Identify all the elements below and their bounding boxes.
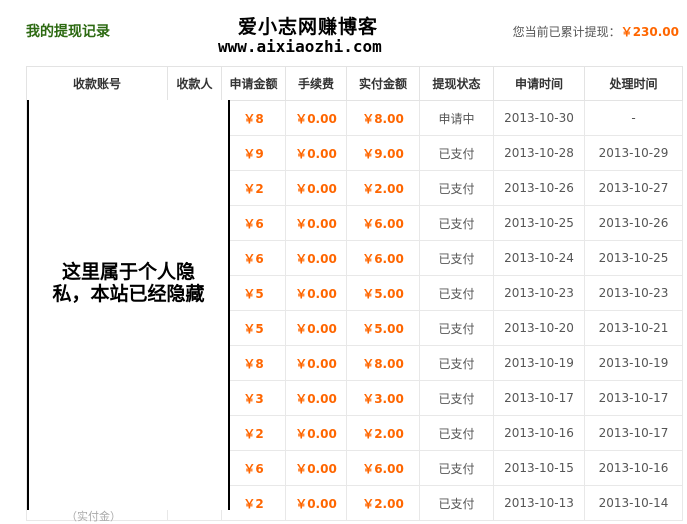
cell-paid: ￥8.00	[346, 100, 420, 136]
cell-amount: ￥6	[221, 240, 286, 276]
cell-process-date: 2013-10-16	[584, 450, 683, 486]
cell-fee: ￥0.00	[285, 240, 347, 276]
cell-process-date: 2013-10-14	[584, 485, 683, 521]
cell-paid: ￥2.00	[346, 415, 420, 451]
cell-status: 已支付	[419, 415, 494, 451]
cell-status: 已支付	[419, 380, 494, 416]
cell-apply-date: 2013-10-16	[493, 415, 585, 451]
cell-apply-date: 2013-10-13	[493, 485, 585, 521]
cell-paid: ￥2.00	[346, 485, 420, 521]
cell-amount: ￥8	[221, 345, 286, 381]
header-status: 提现状态	[419, 66, 494, 101]
cell-process-date: 2013-10-19	[584, 345, 683, 381]
cell-apply-date: 2013-10-17	[493, 380, 585, 416]
cell-fee: ￥0.00	[285, 345, 347, 381]
cell-process-date: 2013-10-17	[584, 380, 683, 416]
cell-process-date: 2013-10-23	[584, 275, 683, 311]
cell-amount: ￥5	[221, 275, 286, 311]
cell-amount: ￥2	[221, 415, 286, 451]
watermark-url: www.aixiaozhi.com	[218, 37, 382, 56]
cell-amount: ￥9	[221, 135, 286, 171]
table-header-row: 收款账号 收款人 申请金额 手续费 实付金额 提现状态 申请时间 处理时间	[26, 66, 683, 101]
cell-paid: ￥9.00	[346, 135, 420, 171]
cell-amount: ￥6	[221, 205, 286, 241]
privacy-mask: 这里属于个人隐私，本站已经隐藏	[27, 100, 230, 510]
cell-status: 已支付	[419, 240, 494, 276]
stray-text: （实付金）	[66, 510, 121, 523]
cell-fee: ￥0.00	[285, 310, 347, 346]
cell-status: 已支付	[419, 170, 494, 206]
header-amount: 申请金额	[221, 66, 286, 101]
total-label: 您当前已累计提现：	[512, 25, 621, 39]
privacy-note: 这里属于个人隐私，本站已经隐藏	[52, 261, 205, 305]
cell-apply-date: 2013-10-15	[493, 450, 585, 486]
cell-amount: ￥5	[221, 310, 286, 346]
total-withdrawn: 您当前已累计提现：￥230.00	[513, 23, 679, 40]
header-paid: 实付金额	[346, 66, 420, 101]
cell-paid: ￥5.00	[346, 275, 420, 311]
header-apply-date: 申请时间	[493, 66, 585, 101]
cell-status: 已支付	[419, 310, 494, 346]
cell-apply-date: 2013-10-23	[493, 275, 585, 311]
cell-apply-date: 2013-10-26	[493, 170, 585, 206]
watermark-name: 爱小志网赚博客	[238, 16, 379, 38]
cell-status: 已支付	[419, 450, 494, 486]
cell-status: 申请中	[419, 100, 494, 136]
cell-apply-date: 2013-10-30	[493, 100, 585, 136]
cell-apply-date: 2013-10-24	[493, 240, 585, 276]
cell-amount: ￥3	[221, 380, 286, 416]
cell-process-date: 2013-10-29	[584, 135, 683, 171]
cell-paid: ￥6.00	[346, 205, 420, 241]
cell-paid: ￥6.00	[346, 240, 420, 276]
cell-status: 已支付	[419, 205, 494, 241]
cell-fee: ￥0.00	[285, 170, 347, 206]
cell-fee: ￥0.00	[285, 205, 347, 241]
cell-fee: ￥0.00	[285, 485, 347, 521]
cell-amount: ￥2	[221, 170, 286, 206]
cell-status: 已支付	[419, 275, 494, 311]
cell-fee: ￥0.00	[285, 100, 347, 136]
page-title: 我的提现记录	[26, 24, 110, 40]
total-amount: ￥230.00	[620, 25, 679, 39]
cell-fee: ￥0.00	[285, 415, 347, 451]
cell-process-date: 2013-10-25	[584, 240, 683, 276]
cell-status: 已支付	[419, 135, 494, 171]
header-account: 收款账号	[26, 66, 168, 101]
cell-amount: ￥6	[221, 450, 286, 486]
header-payee: 收款人	[167, 66, 222, 101]
cell-amount: ￥2	[221, 485, 286, 521]
cell-status: 已支付	[419, 345, 494, 381]
header-fee: 手续费	[285, 66, 347, 101]
cell-paid: ￥2.00	[346, 170, 420, 206]
cell-process-date: 2013-10-26	[584, 205, 683, 241]
cell-fee: ￥0.00	[285, 275, 347, 311]
cell-paid: ￥6.00	[346, 450, 420, 486]
cell-paid: ￥3.00	[346, 380, 420, 416]
cell-apply-date: 2013-10-25	[493, 205, 585, 241]
cell-fee: ￥0.00	[285, 450, 347, 486]
cell-paid: ￥8.00	[346, 345, 420, 381]
cell-process-date: 2013-10-17	[584, 415, 683, 451]
cell-fee: ￥0.00	[285, 135, 347, 171]
cell-process-date: 2013-10-21	[584, 310, 683, 346]
cell-process-date: 2013-10-27	[584, 170, 683, 206]
cell-paid: ￥5.00	[346, 310, 420, 346]
cell-process-date: -	[584, 100, 683, 136]
cell-fee: ￥0.00	[285, 380, 347, 416]
cell-apply-date: 2013-10-19	[493, 345, 585, 381]
cell-status: 已支付	[419, 485, 494, 521]
cell-amount: ￥8	[221, 100, 286, 136]
cell-apply-date: 2013-10-20	[493, 310, 585, 346]
header-process-date: 处理时间	[584, 66, 683, 101]
cell-apply-date: 2013-10-28	[493, 135, 585, 171]
